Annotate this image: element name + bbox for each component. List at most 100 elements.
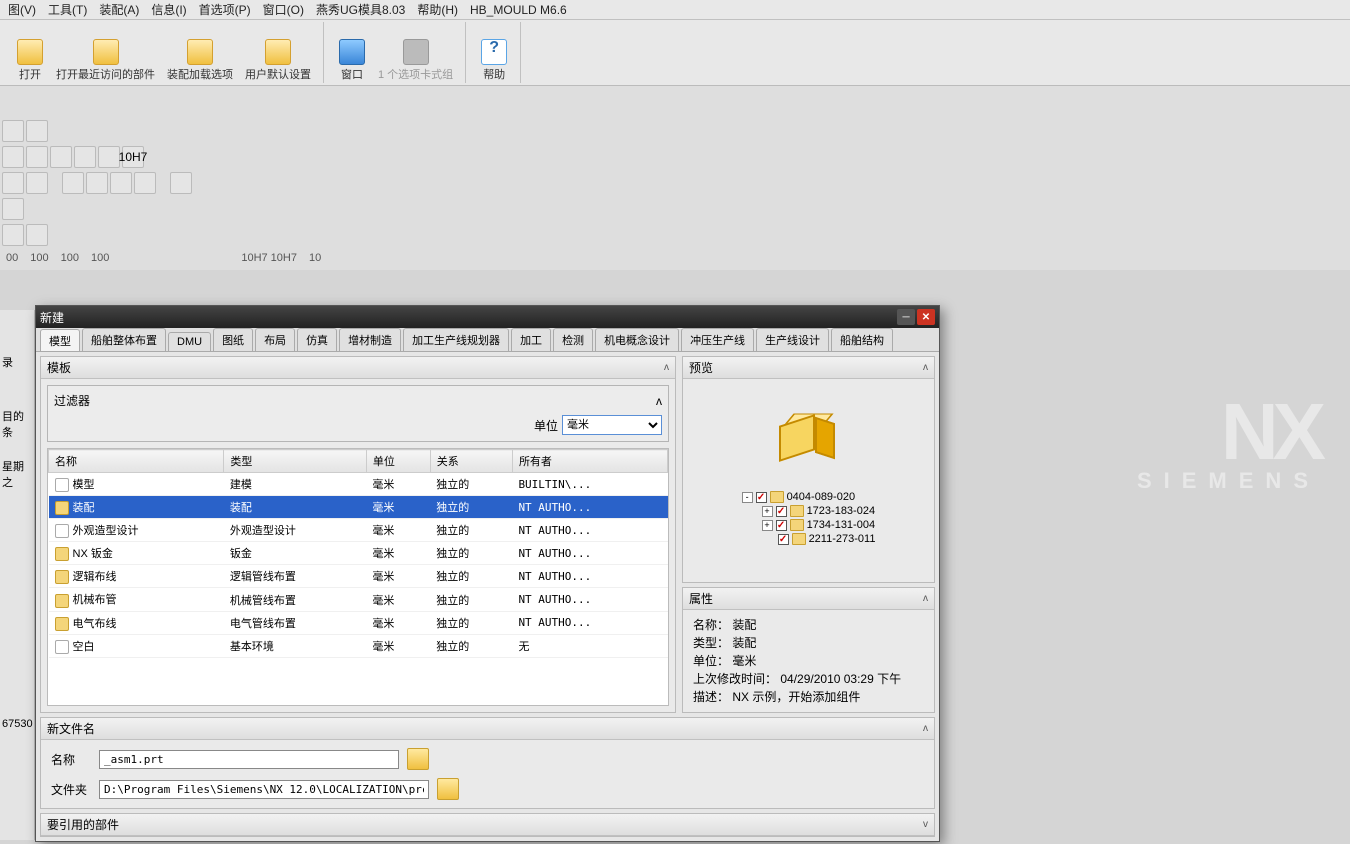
- dialog-tab[interactable]: 机电概念设计: [595, 328, 679, 351]
- dialog-tab[interactable]: 图纸: [213, 328, 253, 351]
- dialog-tab[interactable]: 增材制造: [339, 328, 401, 351]
- toolbar-icon[interactable]: [98, 146, 120, 168]
- dialog-tab[interactable]: 船舶结构: [831, 328, 893, 351]
- unit-select[interactable]: 毫米: [562, 415, 662, 435]
- menu-yanxiu[interactable]: 燕秀UG模具8.03: [312, 1, 409, 18]
- column-header[interactable]: 所有者: [512, 450, 667, 473]
- user-defaults-button[interactable]: 用户默认设置: [239, 22, 317, 83]
- filter-label: 过滤器: [54, 392, 90, 409]
- filter-group: 过滤器 ʌ 单位 毫米: [47, 385, 669, 442]
- file-name-input[interactable]: [99, 750, 399, 769]
- dialog-titlebar[interactable]: 新建 ─ ✕: [36, 306, 939, 328]
- column-header[interactable]: 关系: [430, 450, 512, 473]
- toolbar-icon[interactable]: [50, 146, 72, 168]
- ribbon: 打开 打开最近访问的部件 装配加载选项 用户默认设置 窗口 1 个选项卡式组 帮…: [0, 20, 1350, 86]
- toolbar-icon[interactable]: [2, 224, 24, 246]
- dialog-tab[interactable]: 检测: [553, 328, 593, 351]
- browse-name-button[interactable]: [407, 748, 429, 770]
- menu-tools[interactable]: 工具(T): [44, 1, 91, 18]
- dialog-tab[interactable]: 加工: [511, 328, 551, 351]
- toolbar-icon[interactable]: [2, 146, 24, 168]
- template-row[interactable]: 外观造型设计外观造型设计毫米独立的NT AUTHO...: [49, 519, 668, 542]
- tree-expand-icon[interactable]: -: [742, 492, 753, 503]
- menu-info[interactable]: 信息(I): [147, 1, 190, 18]
- new-file-name-label: 新文件名: [47, 720, 95, 737]
- dialog-tab[interactable]: 冲压生产线: [681, 328, 754, 351]
- help-button[interactable]: 帮助: [474, 22, 514, 83]
- tree-node[interactable]: -✓0404-089-020: [742, 490, 876, 504]
- toolbar-icon[interactable]: [74, 146, 96, 168]
- dialog-tabs: 模型船舶整体布置DMU图纸布局仿真增材制造加工生产线规划器加工检测机电概念设计冲…: [36, 328, 939, 352]
- dialog-tab[interactable]: DMU: [168, 332, 211, 351]
- dialog-tab[interactable]: 仿真: [297, 328, 337, 351]
- menu-assembly[interactable]: 装配(A): [95, 1, 143, 18]
- toolbar-icon[interactable]: [2, 198, 24, 220]
- toolbar-icon[interactable]: [110, 172, 132, 194]
- toolbar-icon[interactable]: [134, 172, 156, 194]
- template-row[interactable]: NX 钣金钣金毫米独立的NT AUTHO...: [49, 542, 668, 565]
- dialog-tab[interactable]: 生产线设计: [756, 328, 829, 351]
- gear-key-icon: [187, 39, 213, 65]
- template-row[interactable]: 电气布线电气管线布置毫米独立的NT AUTHO...: [49, 611, 668, 634]
- toolbar-icon[interactable]: [62, 172, 84, 194]
- browse-folder-button[interactable]: [437, 778, 459, 800]
- folder-field-label: 文件夹: [51, 781, 91, 798]
- column-header[interactable]: 类型: [224, 450, 366, 473]
- new-file-name-panel: 新文件名ʌ 名称 文件夹: [40, 717, 935, 809]
- tree-checkbox-icon[interactable]: ✓: [778, 534, 789, 545]
- tree-node[interactable]: +✓1734-131-004: [742, 518, 876, 532]
- tree-expand-icon[interactable]: +: [762, 506, 773, 517]
- menu-prefs[interactable]: 首选项(P): [195, 1, 255, 18]
- dialog-tab[interactable]: 布局: [255, 328, 295, 351]
- toolbar-icon[interactable]: [2, 172, 24, 194]
- dialog-tab[interactable]: 模型: [40, 329, 80, 352]
- collapse-icon[interactable]: ʌ: [923, 593, 928, 604]
- toolbar-icon[interactable]: [26, 172, 48, 194]
- menu-view[interactable]: 图(V): [4, 1, 40, 18]
- tree-node[interactable]: ✓2211-273-011: [742, 532, 876, 546]
- minimize-button[interactable]: ─: [897, 309, 915, 325]
- dialog-tab[interactable]: 加工生产线规划器: [403, 328, 509, 351]
- expand-icon[interactable]: v: [923, 819, 928, 830]
- template-row[interactable]: 模型建模毫米独立的BUILTIN\...: [49, 473, 668, 496]
- toolbar-icon[interactable]: 10H7: [122, 146, 144, 168]
- assembly-icon: [790, 505, 804, 517]
- menu-window[interactable]: 窗口(O): [259, 1, 308, 18]
- template-row[interactable]: 逻辑布线逻辑管线布置毫米独立的NT AUTHO...: [49, 565, 668, 588]
- collapse-icon[interactable]: ʌ: [923, 723, 928, 734]
- toolbar-icon[interactable]: [86, 172, 108, 194]
- tree-expand-icon[interactable]: +: [762, 520, 773, 531]
- menu-help[interactable]: 帮助(H): [413, 1, 462, 18]
- column-header[interactable]: 名称: [49, 450, 224, 473]
- unit-label: 单位: [534, 417, 558, 434]
- collapse-icon[interactable]: ʌ: [923, 362, 928, 373]
- template-row[interactable]: 装配装配毫米独立的NT AUTHO...: [49, 496, 668, 519]
- collapse-icon[interactable]: ʌ: [664, 362, 669, 373]
- template-row[interactable]: 空白基本环境毫米独立的无: [49, 634, 668, 657]
- window-button[interactable]: 窗口: [332, 22, 372, 83]
- load-options-button[interactable]: 装配加载选项: [161, 22, 239, 83]
- open-recent-button[interactable]: 打开最近访问的部件: [50, 22, 161, 83]
- toolbar-icon[interactable]: [26, 224, 48, 246]
- dialog-tab[interactable]: 船舶整体布置: [82, 328, 166, 351]
- tree-checkbox-icon[interactable]: ✓: [776, 520, 787, 531]
- menu-hbmould[interactable]: HB_MOULD M6.6: [466, 3, 571, 17]
- folder-open-icon: [17, 39, 43, 65]
- tab-group-button[interactable]: 1 个选项卡式组: [372, 22, 459, 83]
- siemens-nx-watermark: NX SIEMENS: [1137, 400, 1320, 490]
- template-row[interactable]: 机械布管机械管线布置毫米独立的NT AUTHO...: [49, 588, 668, 611]
- folder-path-input[interactable]: [99, 780, 429, 799]
- collapse-icon[interactable]: ʌ: [656, 394, 662, 408]
- tree-node[interactable]: +✓1723-183-024: [742, 504, 876, 518]
- properties-panel: 属性ʌ 名称： 装配 类型： 装配 单位： 毫米 上次修改时间： 04/29/2…: [682, 587, 935, 713]
- toolbar-icon[interactable]: [2, 120, 24, 142]
- close-button[interactable]: ✕: [917, 309, 935, 325]
- toolbar-icon[interactable]: [26, 120, 48, 142]
- template-table[interactable]: 名称类型单位关系所有者 模型建模毫米独立的BUILTIN\...装配装配毫米独立…: [47, 448, 669, 706]
- toolbar-icon[interactable]: [170, 172, 192, 194]
- tree-checkbox-icon[interactable]: ✓: [756, 492, 767, 503]
- tree-checkbox-icon[interactable]: ✓: [776, 506, 787, 517]
- toolbar-icon[interactable]: [26, 146, 48, 168]
- open-button[interactable]: 打开: [10, 22, 50, 83]
- column-header[interactable]: 单位: [366, 450, 430, 473]
